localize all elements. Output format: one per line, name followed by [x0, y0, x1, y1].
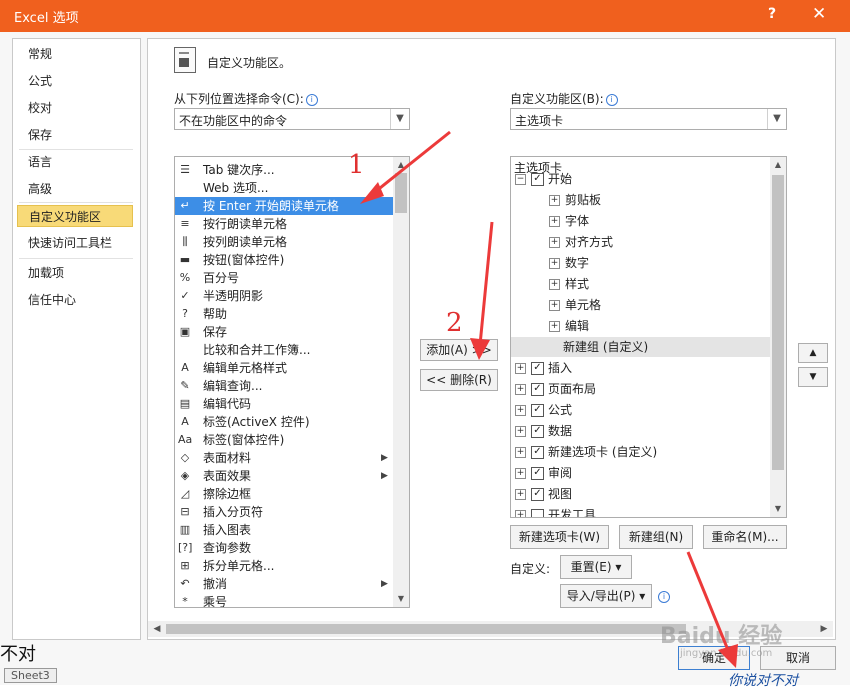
arrow-step-1: [360, 130, 451, 204]
annotation-step-1: 1: [348, 150, 365, 180]
annotation-overlay: [360, 130, 738, 668]
annotation-step-2: 2: [446, 308, 463, 338]
arrow-step-3: [686, 551, 738, 668]
arrow-step-2: [470, 221, 494, 360]
